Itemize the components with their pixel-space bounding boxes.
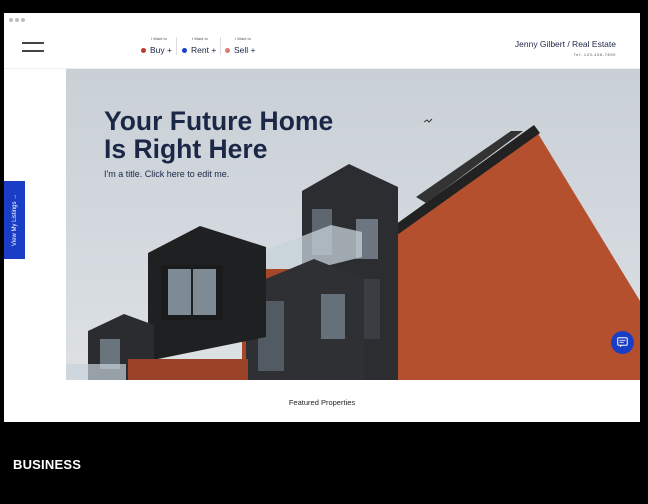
browser-chrome bbox=[4, 13, 640, 27]
view-listings-tab[interactable]: View My Listings → bbox=[4, 181, 25, 259]
hero-title: Your Future Home Is Right Here bbox=[104, 107, 333, 163]
view-listings-label: View My Listings → bbox=[11, 193, 18, 247]
brand-tel: Tel: 123-456-7890 bbox=[573, 52, 616, 57]
window-dot bbox=[9, 18, 13, 22]
brand-name[interactable]: Jenny Gilbert / Real Estate bbox=[515, 39, 616, 49]
hamburger-icon[interactable] bbox=[22, 42, 44, 52]
nav-divider bbox=[176, 37, 177, 55]
browser-window: I Want to Buy + I Want to Rent + I Want … bbox=[4, 13, 640, 422]
hero-section: Your Future Home Is Right Here I'm a tit… bbox=[66, 69, 640, 380]
nav-buy-label[interactable]: Buy + bbox=[150, 45, 172, 55]
nav-prefix: I Want to bbox=[151, 36, 167, 41]
nav-prefix: I Want to bbox=[192, 36, 208, 41]
nav-dot-icon bbox=[225, 48, 230, 53]
nav-rent-label[interactable]: Rent + bbox=[191, 45, 216, 55]
brand[interactable]: Jenny Gilbert / Real Estate Tel: 123-456… bbox=[515, 39, 616, 57]
window-dot bbox=[21, 18, 25, 22]
featured-properties-heading: Featured Properties bbox=[288, 398, 356, 407]
nav-dot-icon bbox=[141, 48, 146, 53]
chat-button[interactable] bbox=[611, 331, 634, 354]
hero-title-line1: Your Future Home bbox=[104, 106, 334, 136]
nav-prefix: I Want to bbox=[235, 36, 251, 41]
hero-title-line2: Is Right Here bbox=[104, 134, 268, 164]
nav-dot-icon bbox=[182, 48, 187, 53]
hero-subtitle[interactable]: I'm a title. Click here to edit me. bbox=[104, 169, 229, 179]
site-header: I Want to Buy + I Want to Rent + I Want … bbox=[4, 27, 640, 69]
category-label: BUSINESS bbox=[13, 457, 82, 472]
window-dot bbox=[15, 18, 19, 22]
nav-sell-label[interactable]: Sell + bbox=[234, 45, 256, 55]
chat-icon bbox=[617, 337, 628, 348]
nav-divider bbox=[220, 37, 221, 55]
